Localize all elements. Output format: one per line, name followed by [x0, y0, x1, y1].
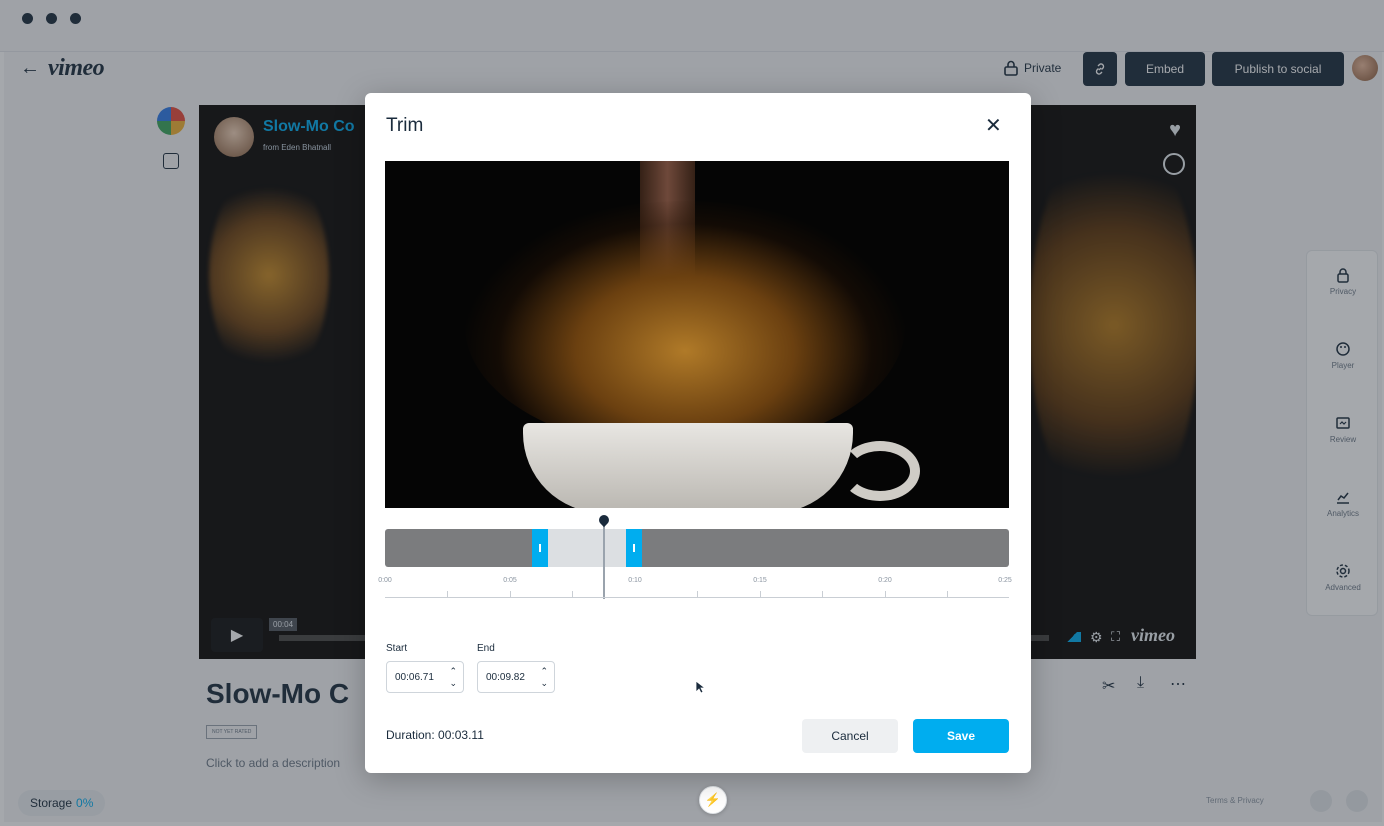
trim-modal: Trim ✕ 0:00 0:05 0:10 0:15 0:20 0:25 Sta…	[365, 93, 1031, 773]
playhead-knob[interactable]	[596, 512, 612, 528]
end-time-value: 00:09.82	[486, 671, 525, 683]
end-label: End	[477, 643, 495, 654]
end-time-field[interactable]: 00:09.82 ⌃ ⌄	[477, 661, 555, 693]
ruler-tick-label: 0:05	[503, 577, 517, 584]
duration-label: Duration:	[386, 728, 435, 742]
duration-value: 00:03.11	[438, 728, 484, 742]
ruler-tick-label: 0:15	[753, 577, 767, 584]
modal-title: Trim	[386, 115, 424, 136]
trim-end-handle[interactable]	[626, 529, 642, 567]
ruler-tick-label: 0:10	[628, 577, 642, 584]
duration-readout: Duration: 00:03.11	[386, 728, 484, 742]
time-ruler: 0:00 0:05 0:10 0:15 0:20 0:25	[378, 577, 1012, 599]
ruler-baseline	[385, 597, 1009, 598]
ruler-tick-label: 0:20	[878, 577, 892, 584]
ruler-tick-label: 0:25	[998, 577, 1012, 584]
cup-handle	[840, 441, 920, 501]
mouse-cursor-icon	[695, 680, 705, 694]
save-button[interactable]: Save	[913, 719, 1009, 753]
end-time-stepper[interactable]: ⌃ ⌄	[540, 665, 548, 689]
trim-track[interactable]	[385, 529, 1009, 567]
coffee-splash	[465, 201, 905, 451]
close-icon[interactable]: ✕	[985, 113, 1002, 138]
lightning-badge-icon[interactable]: ⚡	[699, 786, 727, 814]
ruler-tick-label: 0:00	[378, 577, 392, 584]
start-label: Start	[386, 643, 408, 654]
trim-start-handle[interactable]	[532, 529, 548, 567]
start-time-value: 00:06.71	[395, 671, 434, 683]
cancel-button[interactable]: Cancel	[802, 719, 898, 753]
coffee-cup	[523, 423, 853, 508]
trim-video-preview	[385, 161, 1009, 508]
start-time-stepper[interactable]: ⌃ ⌄	[449, 665, 457, 689]
start-time-field[interactable]: 00:06.71 ⌃ ⌄	[386, 661, 464, 693]
